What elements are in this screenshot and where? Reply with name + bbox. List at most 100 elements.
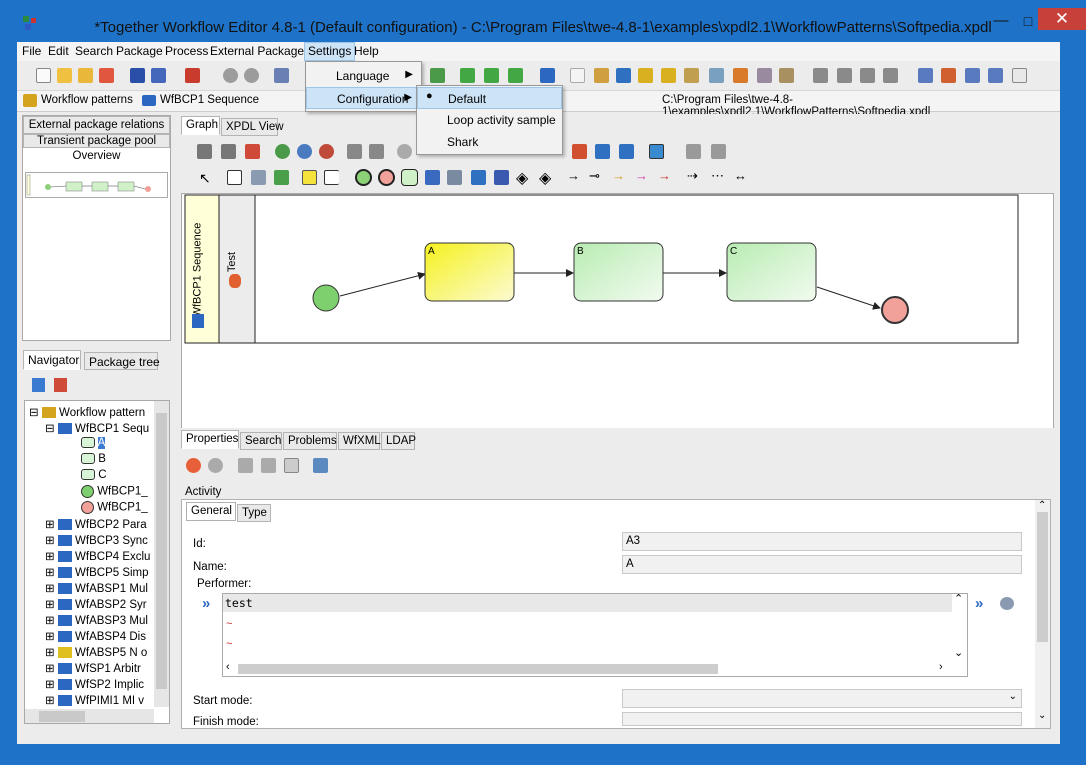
menu-file[interactable]: File	[22, 44, 41, 58]
process-icon[interactable]	[540, 68, 555, 83]
tab-general[interactable]: General	[186, 502, 236, 521]
move-up-icon[interactable]	[347, 144, 362, 159]
export-svg-icon[interactable]	[221, 144, 236, 159]
participant-icon[interactable]	[594, 68, 609, 83]
tree-item-activity-b[interactable]: B	[81, 453, 106, 465]
tab-external-package-relations[interactable]: External package relations	[23, 116, 170, 134]
config-default[interactable]: ● Default	[417, 87, 562, 109]
menu-edit[interactable]: Edit	[48, 44, 69, 58]
export-pdf-icon[interactable]	[245, 144, 260, 159]
bidirectional-icon[interactable]: ↔	[734, 168, 747, 183]
gateway-xor-icon[interactable]: ◈	[516, 168, 528, 188]
tree-item-process[interactable]: ⊞ WfABSP3 Mul	[45, 613, 148, 627]
route-icon[interactable]	[447, 170, 462, 185]
subflow-icon[interactable]	[595, 144, 610, 159]
back-icon[interactable]	[186, 458, 201, 473]
tab-wfxml[interactable]: WfXML	[338, 432, 381, 450]
menu-help[interactable]: Help	[354, 44, 379, 58]
save-as-icon[interactable]	[151, 68, 166, 83]
properties-vertical-scrollbar[interactable]: ⌃ ⌄	[1035, 500, 1050, 728]
start-mode-select[interactable]: ⌄	[622, 689, 1022, 708]
transition-icon[interactable]: →	[567, 168, 580, 183]
tab-properties[interactable]: Properties	[181, 430, 239, 449]
tab-search[interactable]: Search	[240, 432, 282, 450]
pointer-icon[interactable]: ↖	[199, 170, 211, 187]
finish-mode-select[interactable]	[622, 712, 1022, 726]
tree-item-process[interactable]: ⊞ WfABSP5 N o	[45, 645, 147, 659]
activity-icon[interactable]	[401, 169, 418, 186]
tab-navigator[interactable]: Navigator	[23, 350, 81, 370]
menu-search[interactable]: Search	[75, 44, 113, 58]
transition-condition-icon[interactable]: ⊸	[589, 168, 600, 184]
transition-otherwise-icon[interactable]: →	[612, 168, 625, 183]
participant-icon[interactable]	[251, 170, 266, 185]
zoom-in-icon[interactable]	[275, 144, 290, 159]
transition-default-exception-icon[interactable]: →	[658, 168, 671, 183]
task-icon[interactable]	[494, 170, 509, 185]
gateway-and-icon[interactable]: ◈	[539, 168, 551, 188]
config-loop-activity-sample[interactable]: Loop activity sample	[417, 109, 562, 131]
tree-item-start[interactable]: WfBCP1_	[81, 485, 148, 498]
menu-item-configuration[interactable]: Configuration ▶	[306, 87, 421, 109]
search-performer-icon[interactable]	[1000, 597, 1014, 610]
block-activity-icon[interactable]	[471, 170, 486, 185]
new-file-icon[interactable]	[36, 68, 51, 83]
grid-icon[interactable]	[709, 68, 724, 83]
scrollbar-thumb[interactable]	[238, 664, 718, 674]
current-package[interactable]: Workflow patterns	[41, 94, 133, 106]
performer-horizontal-scrollbar[interactable]: ‹ ›	[223, 661, 952, 676]
config-shark[interactable]: Shark	[417, 131, 562, 153]
users-icon[interactable]	[941, 68, 956, 83]
tree-item-process[interactable]: ⊞ WfBCP3 Sync	[45, 533, 148, 547]
cut-icon[interactable]	[274, 68, 289, 83]
group-icon[interactable]	[813, 68, 828, 83]
scrollbar-thumb[interactable]	[1037, 512, 1048, 642]
menu-process[interactable]: Process	[165, 44, 208, 58]
tree-item-process[interactable]: ⊞ WfPIMI1 MI v	[45, 693, 144, 707]
zoom-actual-icon[interactable]	[297, 144, 312, 159]
activity-set-icon[interactable]	[572, 144, 587, 159]
graph-canvas[interactable]: A B C WfBCP1 Sequence Test ‹ ›	[181, 193, 1054, 459]
note-icon[interactable]	[302, 170, 317, 185]
settings-icon[interactable]	[238, 458, 253, 473]
redo-icon[interactable]	[244, 68, 259, 83]
tab-package-tree[interactable]: Package tree	[84, 352, 160, 370]
scroll-left-icon[interactable]: ‹	[226, 661, 230, 673]
exit-icon[interactable]	[185, 68, 200, 83]
tab-xpdl-view[interactable]: XPDL View	[221, 118, 284, 136]
scroll-up-icon[interactable]: ⌃	[1038, 500, 1046, 511]
association-icon[interactable]: ⇢	[687, 168, 698, 184]
open-folder-icon[interactable]	[57, 68, 72, 83]
tree-item-process[interactable]: ⊞ WfBCP2 Para	[45, 517, 147, 531]
tree-item-process[interactable]: ⊞ WfABSP1 Mul	[45, 581, 148, 595]
collapse-all-icon[interactable]	[54, 378, 67, 392]
export-jpg-icon[interactable]	[197, 144, 212, 159]
undo-icon[interactable]	[223, 68, 238, 83]
scrollbar-thumb[interactable]	[156, 413, 167, 689]
annotation-icon[interactable]	[324, 170, 339, 185]
name-field[interactable]: A	[622, 555, 1022, 574]
workflow-process-icon[interactable]	[616, 68, 631, 83]
tree-horizontal-scrollbar[interactable]	[25, 709, 154, 723]
namespace-icon[interactable]	[779, 68, 794, 83]
forward-icon[interactable]	[208, 458, 223, 473]
overview-thumbnail[interactable]	[25, 172, 168, 198]
disabled-action-icon[interactable]	[397, 144, 412, 159]
pool-icon[interactable]	[227, 170, 242, 185]
tab-transient-package-pool[interactable]: Transient package pool	[23, 134, 170, 148]
page-icon[interactable]	[1012, 68, 1027, 83]
copy-icon[interactable]	[284, 458, 299, 473]
tree-vertical-scrollbar[interactable]	[154, 401, 169, 707]
tab-graph[interactable]: Graph	[181, 116, 220, 135]
spellcheck-icon[interactable]	[570, 68, 585, 83]
tree-item-end[interactable]: WfBCP1_	[81, 501, 148, 514]
process-tree-icon[interactable]	[619, 144, 634, 159]
menu-settings[interactable]: Settings	[304, 42, 356, 61]
end-event-icon[interactable]	[378, 169, 395, 186]
activity-set-icon[interactable]	[733, 68, 748, 83]
open-recent-icon[interactable]	[78, 68, 93, 83]
start-event-icon[interactable]	[355, 169, 372, 186]
activity-c[interactable]	[726, 242, 817, 302]
tree-item-process[interactable]: ⊞ WfSP2 Implic	[45, 677, 144, 691]
tree-item-process[interactable]: ⊞ WfBCP5 Simp	[45, 565, 149, 579]
